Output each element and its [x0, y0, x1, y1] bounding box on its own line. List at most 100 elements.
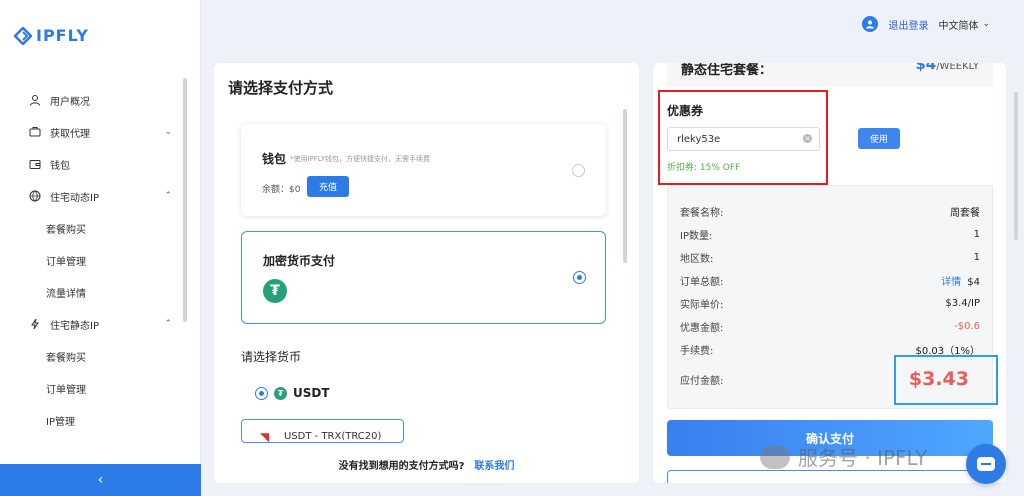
payment-method-panel: 请选择支付方式 钱包 *使用IPFLY钱包，方便快捷支付，无需手续费 余额：$0…: [214, 63, 639, 483]
cancel-button[interactable]: [667, 470, 993, 483]
sidebar-nav: 用户概况 获取代理 ⌄ 钱包 住宅动态IP ⌃ 套餐购买 订单管理 流量详情 住…: [0, 84, 190, 436]
summary-value: 周套餐: [950, 208, 980, 219]
sidebar-item-residential-dynamic-ip[interactable]: 住宅动态IP ⌃: [0, 180, 190, 212]
wechat-icon: [760, 444, 790, 469]
avatar[interactable]: [862, 16, 879, 32]
proxy-icon: [28, 125, 42, 139]
summary-value: 1: [973, 252, 980, 263]
sidebar-item-label: 住宅动态IP: [50, 192, 99, 204]
plan-label: 静态住宅套餐：: [681, 63, 773, 78]
crypto-radio[interactable]: [573, 271, 586, 284]
chat-support-button[interactable]: [966, 444, 1006, 484]
use-coupon-button[interactable]: 使用: [858, 128, 900, 149]
summary-value: -$0.6: [954, 321, 980, 332]
payment-scrollbar[interactable]: [623, 109, 627, 263]
coupon-highlight-box: [658, 90, 828, 185]
crypto-payment-card[interactable]: 加密货币支付 ₮: [241, 231, 606, 324]
summary-row-ip-count: IP数量: 1: [680, 227, 980, 242]
footer-question: 没有找到想用的支付方式吗?: [338, 460, 465, 472]
top-header: 退出登录 中文简体 ⌄: [201, 0, 1024, 48]
currency-label: USDT: [293, 386, 330, 400]
logo[interactable]: IPFLY: [14, 26, 89, 45]
network-label: USDT - TRX(TRC20): [284, 431, 382, 442]
payment-footer: 没有找到想用的支付方式吗? 联系我们: [214, 445, 639, 483]
sidebar-subitem-order-management[interactable]: 订单管理: [0, 244, 190, 276]
summary-row-plan-name: 套餐名称: 周套餐: [680, 204, 980, 219]
wallet-icon: [28, 157, 42, 171]
summary-row-region-count: 地区数: 1: [680, 250, 980, 265]
summary-label: 套餐名称:: [680, 208, 724, 219]
sidebar-item-label: 获取代理: [50, 128, 90, 140]
summary-label: 订单总额:: [680, 277, 724, 288]
plan-price-unit: /WEEKLY: [936, 63, 979, 72]
summary-label: 实际单价:: [680, 300, 724, 311]
sidebar-item-label: 住宅静态IP: [50, 320, 99, 332]
recharge-button[interactable]: 充值: [307, 176, 349, 197]
summary-value: 1: [973, 229, 980, 240]
summary-label: 应付金额:: [680, 375, 724, 387]
chevron-up-icon[interactable]: ⌃: [164, 319, 172, 329]
wallet-balance: 余额：$0: [262, 185, 301, 195]
sidebar-subitem-traffic-details[interactable]: 流量详情: [0, 276, 190, 308]
bolt-icon: [28, 317, 42, 331]
currency-radio[interactable]: [255, 386, 268, 400]
brand-name: IPFLY: [36, 26, 89, 45]
sidebar-item-get-proxy[interactable]: 获取代理 ⌄: [0, 116, 190, 148]
ipfly-logo-icon: [14, 26, 32, 45]
sidebar-scrollbar[interactable]: [183, 78, 187, 322]
wallet-radio[interactable]: [572, 164, 585, 177]
payable-highlight-box: [894, 355, 998, 405]
globe-icon: [28, 189, 42, 203]
summary-label: 优惠金额:: [680, 323, 724, 334]
plan-header: 静态住宅套餐： $4/WEEKLY: [667, 63, 993, 87]
summary-label: IP数量:: [680, 231, 713, 242]
plan-price: $4/WEEKLY: [915, 63, 979, 73]
currency-title: 请选择货币: [241, 350, 302, 364]
sidebar-item-residential-static-ip[interactable]: 住宅静态IP ⌃: [0, 308, 190, 340]
wallet-note: *使用IPFLY钱包，方便快捷支付，无需手续费: [290, 155, 431, 163]
details-link[interactable]: 详情: [941, 277, 961, 288]
chat-icon: [977, 457, 995, 471]
chevron-down-icon: ⌄: [982, 19, 990, 29]
wallet-title: 钱包: [262, 152, 287, 166]
chevron-left-icon: ‹: [97, 472, 104, 488]
language-selector[interactable]: 中文简体 ⌄: [938, 17, 990, 32]
summary-row-order-total: 订单总额: 详情 $4: [680, 273, 980, 288]
sidebar-collapse-button[interactable]: ‹: [0, 464, 201, 496]
summary-value: $3.4/IP: [945, 298, 980, 309]
network-option-trc20[interactable]: ◥ USDT - TRX(TRC20): [241, 419, 404, 443]
summary-row-discount: 优惠金额: -$0.6: [680, 319, 980, 334]
sidebar-subitem-order-management[interactable]: 订单管理: [0, 372, 190, 404]
user-icon: [28, 93, 42, 107]
logout-link[interactable]: 退出登录: [888, 17, 928, 32]
tron-icon: ◥: [260, 430, 270, 443]
payment-method-title: 请选择支付方式: [228, 79, 334, 97]
wallet-payment-card[interactable]: 钱包 *使用IPFLY钱包，方便快捷支付，无需手续费 余额：$0 充值: [241, 124, 606, 216]
language-label: 中文简体: [938, 20, 979, 32]
sidebar-subitem-ip-management[interactable]: IP管理: [0, 404, 190, 436]
chevron-down-icon[interactable]: ⌄: [164, 127, 172, 137]
tether-icon: ₮: [274, 386, 287, 400]
order-scrollbar[interactable]: [1014, 92, 1018, 240]
plan-price-value: $4: [915, 63, 937, 73]
sidebar-item-label: 用户概况: [50, 96, 90, 108]
currency-option-usdt[interactable]: ₮ USDT: [255, 386, 330, 400]
sidebar-item-wallet[interactable]: 钱包: [0, 148, 190, 180]
chevron-up-icon[interactable]: ⌃: [164, 191, 172, 201]
contact-us-link[interactable]: 联系我们: [474, 457, 514, 472]
summary-value: $4: [967, 277, 980, 288]
sidebar-subitem-package-purchase[interactable]: 套餐购买: [0, 212, 190, 244]
watermark: 服务号 · IPFLY: [760, 442, 927, 471]
watermark-text: 服务号 · IPFLY: [798, 446, 928, 470]
summary-label: 手续费:: [680, 346, 714, 357]
sidebar-subitem-package-purchase[interactable]: 套餐购买: [0, 340, 190, 372]
summary-label: 地区数:: [680, 254, 714, 265]
sidebar-item-user-overview[interactable]: 用户概况: [0, 84, 190, 116]
header-actions: 退出登录 中文简体 ⌄: [862, 16, 990, 32]
tether-icon: ₮: [263, 279, 287, 303]
summary-row-unit-price: 实际单价: $3.4/IP: [680, 296, 980, 311]
order-summary-panel: 静态住宅套餐： $4/WEEKLY 优惠券 rleky53e ✕ 折扣券: 15…: [653, 63, 1006, 483]
crypto-title: 加密货币支付: [263, 254, 336, 268]
sidebar: IPFLY 用户概况 获取代理 ⌄ 钱包 住宅动态IP ⌃ 套餐购买 订单管理 …: [0, 0, 201, 496]
sidebar-item-label: 钱包: [50, 160, 70, 172]
